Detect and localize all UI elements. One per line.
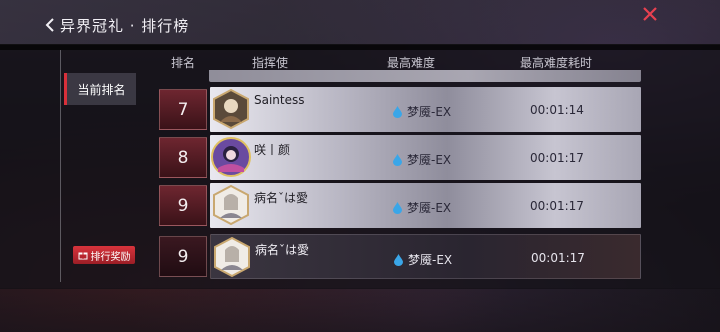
page-title: 异界冠礼 · 排行榜 [60,16,190,35]
column-header-commander: 指挥使 [251,56,289,70]
time-cell: 00:01:17 [530,199,584,213]
difficulty-cell: 梦魇-EX [394,251,452,268]
bottom-scene [0,288,720,332]
rank-reward-label: 排行奖励 [90,251,131,263]
difficulty-label: 梦魇-EX [407,153,452,167]
water-drop-icon [393,105,402,118]
avatar [214,236,250,278]
rank-cell: 9 [159,185,207,226]
column-header-rank: 排名 [170,56,196,70]
player-name: Saintess [254,93,305,107]
self-rank-row[interactable]: 9 病名ˇは愛 梦魇-EX 00:01:17 [159,234,641,279]
water-drop-icon [393,201,402,214]
difficulty-label: 梦魇-EX [407,201,452,215]
rank-cell: 7 [159,89,207,130]
panel-top-shade [0,44,720,50]
tab-current-rank[interactable]: 当前排名 [64,73,136,105]
difficulty-label: 梦魇-EX [408,253,453,267]
row-card: 咲丨颜 梦魇-EX 00:01:17 [210,135,641,180]
player-name: 病名ˇは愛 [255,243,310,257]
row-card: Saintess 梦魇-EX 00:01:14 [210,87,641,132]
difficulty-cell: 梦魇-EX [393,103,451,120]
rank-cell: 8 [159,137,207,178]
column-header-difficulty: 最高难度 [386,56,436,70]
difficulty-cell: 梦魇-EX [393,199,451,216]
column-header-time: 最高难度耗时 [519,56,593,70]
row-card: 病名ˇは愛 梦魇-EX 00:01:17 [210,234,641,279]
table-row[interactable]: 8 咲丨颜 梦魇-EX 00:01:17 [159,135,641,180]
rank-cell: 9 [159,236,207,277]
difficulty-label: 梦魇-EX [407,105,452,119]
time-cell: 00:01:17 [530,151,584,165]
sidebar-divider [60,50,61,282]
avatar [213,88,249,130]
difficulty-cell: 梦魇-EX [393,151,451,168]
gift-icon [78,252,87,260]
player-name: 病名ˇは愛 [254,191,309,205]
time-cell: 00:01:17 [531,251,585,265]
water-drop-icon [394,253,403,266]
table-row[interactable]: 9 病名ˇは愛 梦魇-EX 00:01:17 [159,183,641,228]
back-button[interactable]: 异界冠礼 · 排行榜 [44,14,189,36]
avatar [213,184,249,226]
previous-row-peek [209,70,641,82]
avatar [211,137,251,177]
table-row[interactable]: 7 Saintess 梦魇-EX 00:01:14 [159,87,641,132]
chevron-left-icon [45,18,54,32]
rank-reward-button[interactable]: 排行奖励 [73,246,135,264]
close-icon[interactable] [640,4,660,24]
time-cell: 00:01:14 [530,103,584,117]
player-name: 咲丨颜 [254,143,291,157]
water-drop-icon [393,153,402,166]
top-bar: 异界冠礼 · 排行榜 [0,0,720,44]
row-card: 病名ˇは愛 梦魇-EX 00:01:17 [210,183,641,228]
